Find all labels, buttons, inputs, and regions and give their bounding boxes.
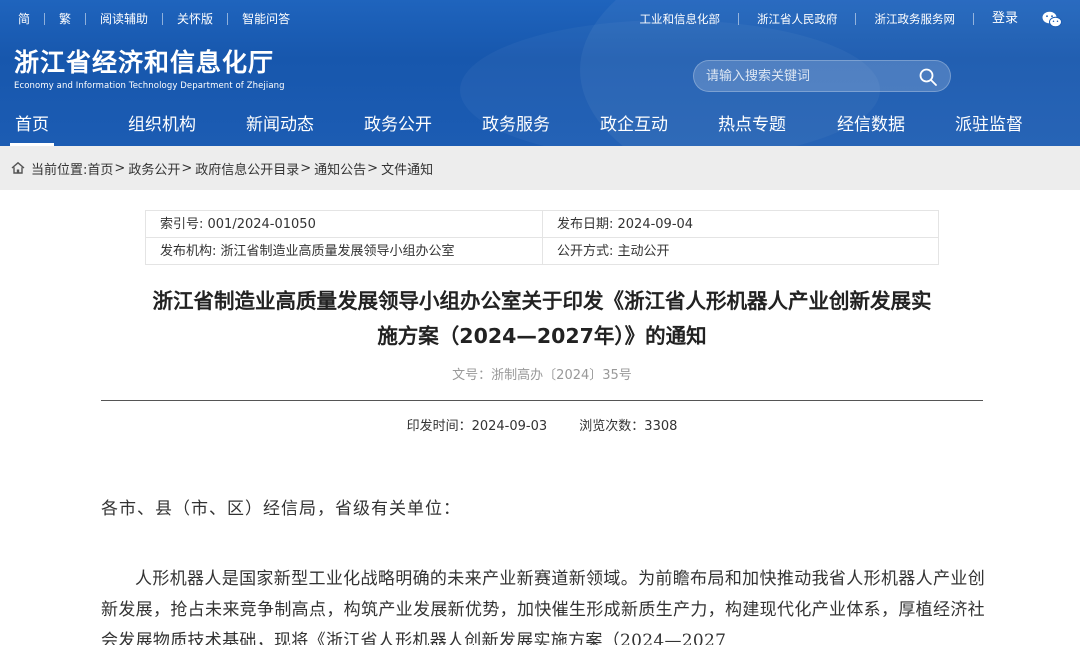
nav-item-gov-affairs[interactable]: 政务公开 — [364, 106, 432, 146]
miit-link[interactable]: 工业和信息化部 — [621, 13, 739, 25]
nav-item-news[interactable]: 新闻动态 — [246, 106, 314, 146]
nav-item-interaction[interactable]: 政企互动 — [600, 106, 668, 146]
breadcrumb-file-notices[interactable]: 文件通知 — [381, 159, 433, 178]
article-title-line: 浙江省制造业高质量发展领导小组办公室关于印发《浙江省人形机器人产业创新发展实 — [152, 289, 932, 313]
search-icon[interactable] — [918, 67, 938, 87]
care-version-link[interactable]: 关怀版 — [163, 13, 229, 25]
article-title-line: 施方案（2024—2027年）》的通知 — [377, 324, 707, 348]
search-input[interactable] — [706, 61, 916, 91]
breadcrumb-home[interactable]: 首页 — [87, 159, 113, 178]
wechat-icon[interactable] — [1032, 0, 1072, 38]
breadcrumb-info-catalog[interactable]: 政府信息公开目录 — [195, 159, 299, 178]
site-header: 简 繁 阅读辅助 关怀版 智能问答 工业和信息化部 浙江省人民政府 浙江政务服务… — [0, 0, 1080, 146]
zj-service-link[interactable]: 浙江政务服务网 — [856, 13, 974, 25]
document-number: 文号：浙制高办〔2024〕35号 — [452, 368, 632, 383]
article-paragraph: 人形机器人是国家新型工业化战略明确的未来产业新赛道新领域。为前瞻布局和加快推动我… — [101, 569, 985, 645]
top-utility-bar: 简 繁 阅读辅助 关怀版 智能问答 工业和信息化部 浙江省人民政府 浙江政务服务… — [0, 0, 1080, 38]
home-icon — [11, 161, 25, 174]
publish-info: 印发时间：2024-09-03 浏览次数：3308 — [100, 415, 984, 434]
site-logo[interactable]: 浙江省经济和信息化厅 Economy and Information Techn… — [14, 48, 285, 92]
breadcrumb-notices[interactable]: 通知公告 — [314, 159, 366, 178]
main-navigation: 首页 组织机构 新闻动态 政务公开 政务服务 政企互动 热点专题 经信数据 派驻… — [0, 106, 1080, 146]
breadcrumb-separator: > — [367, 160, 379, 176]
article-greeting: 各市、县（市、区）经信局，省级有关单位： — [101, 499, 461, 519]
meta-index-number: 索引号: 001/2024-01050 — [146, 211, 543, 238]
nav-item-organization[interactable]: 组织机构 — [128, 106, 196, 146]
article-title: 浙江省制造业高质量发展领导小组办公室关于印发《浙江省人形机器人产业创新发展实 施… — [100, 284, 984, 354]
zj-gov-link[interactable]: 浙江省人民政府 — [739, 13, 857, 25]
simplified-chinese-link[interactable]: 简 — [0, 13, 46, 25]
accessibility-links: 简 繁 阅读辅助 关怀版 智能问答 — [0, 0, 304, 38]
traditional-chinese-link[interactable]: 繁 — [45, 13, 87, 25]
title-divider — [101, 400, 983, 401]
external-links: 工业和信息化部 浙江省人民政府 浙江政务服务网 登录 — [621, 0, 1080, 38]
breadcrumb-gov-affairs[interactable]: 政务公开 — [128, 159, 180, 178]
reading-assist-link[interactable]: 阅读辅助 — [86, 13, 164, 25]
nav-item-home[interactable]: 首页 — [10, 106, 54, 146]
meta-disclosure-method: 公开方式: 主动公开 — [557, 244, 670, 259]
breadcrumb: 当前位置: 首页 > 政务公开 > 政府信息公开目录 > 通知公告 > 文件通知 — [0, 146, 1080, 190]
login-link[interactable]: 登录 — [974, 12, 1032, 25]
view-count: 浏览次数：3308 — [579, 419, 678, 434]
site-name-en: Economy and Information Technology Depar… — [14, 81, 285, 91]
document-meta-table: 索引号: 001/2024-01050 发布日期: 2024-09-04 发布机… — [145, 210, 939, 265]
smart-qa-link[interactable]: 智能问答 — [228, 13, 304, 25]
nav-item-data[interactable]: 经信数据 — [837, 106, 905, 146]
nav-item-topics[interactable]: 热点专题 — [718, 106, 786, 146]
breadcrumb-separator: > — [300, 160, 312, 176]
breadcrumb-prefix: 当前位置: — [31, 162, 88, 178]
nav-item-gov-services[interactable]: 政务服务 — [482, 106, 550, 146]
breadcrumb-separator: > — [181, 160, 193, 176]
breadcrumb-separator: > — [114, 160, 126, 176]
article-body: 各市、县（市、区）经信局，省级有关单位： 人形机器人是国家新型工业化战略明确的未… — [101, 494, 985, 645]
search-box — [693, 60, 951, 92]
meta-publish-date: 发布日期: 2024-09-04 — [543, 211, 939, 238]
site-name-cn: 浙江省经济和信息化厅 — [14, 48, 275, 77]
nav-item-supervision[interactable]: 派驻监督 — [955, 106, 1023, 146]
print-time: 印发时间：2024-09-03 — [406, 419, 548, 434]
meta-publisher: 发布机构: 浙江省制造业高质量发展领导小组办公室 — [146, 238, 543, 265]
